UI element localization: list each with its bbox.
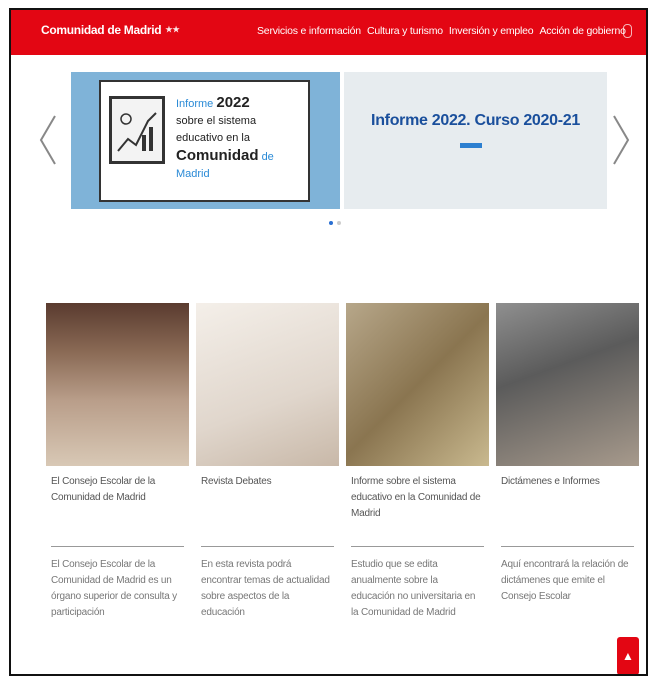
card-revista[interactable]: Revista Debates En esta revista podrá en… (196, 303, 339, 621)
slide-line1a: Informe (176, 98, 214, 110)
slide-line2: sobre el sistema (176, 115, 257, 127)
nav-item-gobierno[interactable]: Acción de gobierno (539, 25, 625, 37)
main-nav: Servicios e información Cultura y turism… (257, 25, 626, 37)
top-bar: Comunidad de Madrid ★★ Servicios e inform… (11, 10, 646, 55)
slide-year: 2022 (216, 94, 250, 111)
carousel-dot-2[interactable] (337, 221, 341, 225)
brand-logo[interactable]: Comunidad de Madrid ★★ (41, 23, 180, 37)
card-title[interactable]: Dictámenes e Informes (496, 466, 639, 546)
slide-text: Informe 2022 sobre el sistema educativo … (176, 94, 308, 183)
slide-card: Informe 2022 sobre el sistema educativo … (99, 80, 310, 202)
chalkboard-icon (109, 96, 165, 164)
carousel-slide-curso[interactable]: Informe 2022. Curso 2020-21 (344, 72, 607, 209)
card-description: En esta revista podrá encontrar temas de… (201, 559, 330, 618)
scroll-to-top-button[interactable]: ▲ (617, 637, 639, 674)
feature-cards: El Consejo Escolar de la Comunidad de Ma… (46, 303, 639, 621)
carousel-next-button[interactable] (610, 110, 634, 170)
brand-name: Comunidad de Madrid (41, 23, 162, 37)
slide-line3: educativo en la (176, 132, 250, 144)
carousel-dots (329, 221, 341, 225)
card-title[interactable]: Revista Debates (196, 466, 339, 546)
card-image-children (196, 303, 339, 466)
chevron-left-icon (39, 115, 56, 165)
slide2-decoration (460, 143, 482, 148)
card-description: Estudio que se edita anualmente sobre la… (351, 559, 476, 618)
chevron-right-icon (613, 115, 630, 165)
search-icon[interactable] (623, 24, 632, 38)
card-description: Aquí encontrará la relación de dictámene… (501, 559, 629, 602)
carousel-dot-1[interactable] (329, 221, 333, 225)
card-title[interactable]: Informe sobre el sistema educativo en la… (346, 466, 489, 546)
carousel-prev-button[interactable] (35, 110, 59, 170)
card-description: El Consejo Escolar de la Comunidad de Ma… (51, 559, 177, 618)
card-informe[interactable]: Informe sobre el sistema educativo en la… (346, 303, 489, 621)
browser-frame: Comunidad de Madrid ★★ Servicios e inform… (9, 8, 648, 676)
card-consejo[interactable]: El Consejo Escolar de la Comunidad de Ma… (46, 303, 189, 621)
flag-icon: ★★ (165, 25, 180, 34)
arrow-up-icon: ▲ (622, 649, 634, 663)
nav-item-inversion[interactable]: Inversión y empleo (449, 25, 534, 37)
nav-item-cultura[interactable]: Cultura y turismo (367, 25, 443, 37)
slide-line4a: Comunidad (176, 147, 259, 164)
card-image-student (346, 303, 489, 466)
card-title[interactable]: El Consejo Escolar de la Comunidad de Ma… (46, 466, 189, 546)
card-image-meeting-room (46, 303, 189, 466)
nav-item-servicios[interactable]: Servicios e información (257, 25, 361, 37)
slide2-title: Informe 2022. Curso 2020-21 (371, 112, 580, 129)
carousel: Informe 2022 sobre el sistema educativo … (11, 55, 646, 255)
card-dictamenes[interactable]: Dictámenes e Informes Aquí encontrará la… (496, 303, 639, 621)
card-image-laptop (496, 303, 639, 466)
carousel-slide-informe[interactable]: Informe 2022 sobre el sistema educativo … (71, 72, 340, 209)
